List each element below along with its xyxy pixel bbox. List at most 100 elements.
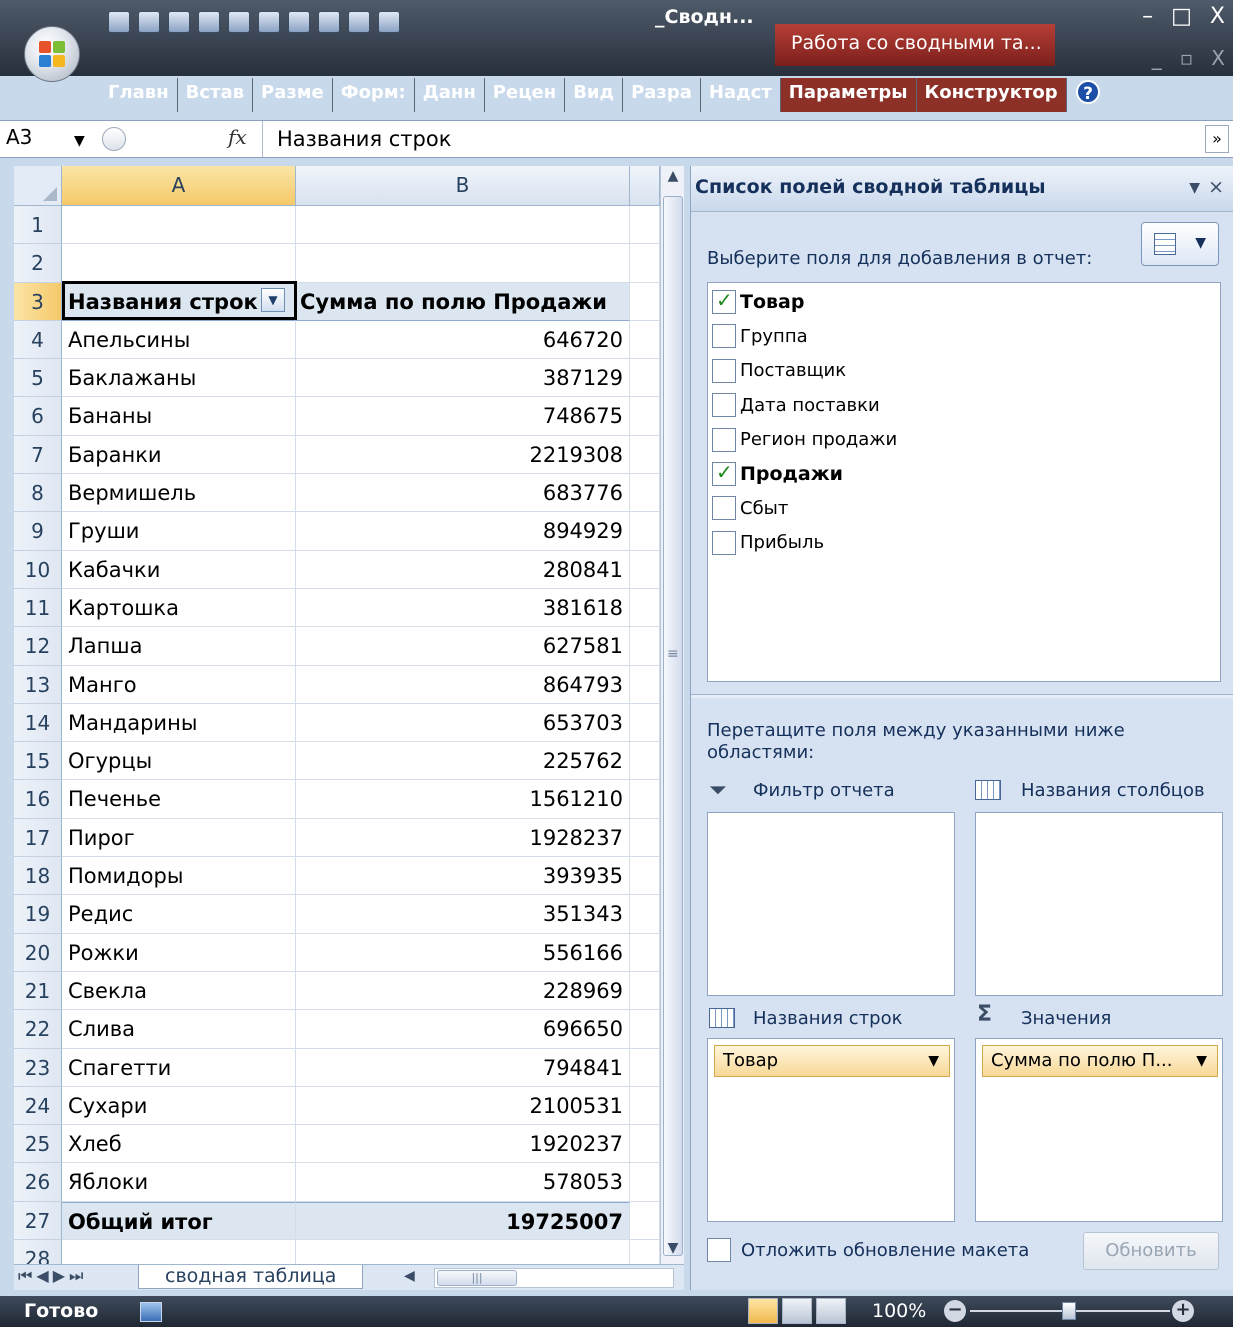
cell-c[interactable]	[630, 742, 660, 781]
save-icon[interactable]	[108, 11, 130, 33]
cell-b[interactable]: 228969	[296, 971, 630, 1011]
cell-c[interactable]	[630, 780, 660, 819]
row-field-tovar[interactable]: Товар ▼	[714, 1045, 950, 1077]
column-header-b[interactable]: B	[296, 166, 630, 206]
cell-c[interactable]	[630, 474, 660, 513]
row-header[interactable]: 23	[14, 1048, 62, 1087]
row-labels-filter-button[interactable]: ▼	[261, 288, 285, 312]
help-icon[interactable]: ?	[1076, 80, 1100, 104]
field-checkbox[interactable]	[712, 530, 736, 555]
cell-c[interactable]	[630, 665, 660, 704]
cell-a[interactable]: Груши	[62, 512, 296, 551]
tab-formulas[interactable]: Форм:	[333, 78, 415, 112]
row-header[interactable]: 5	[14, 359, 62, 398]
cell-c[interactable]	[630, 435, 660, 475]
cell-c[interactable]	[630, 359, 660, 398]
cell-c[interactable]	[630, 206, 660, 245]
chevron-down-icon[interactable]: ▼	[928, 1046, 939, 1076]
row-header[interactable]: 25	[14, 1125, 62, 1164]
insert-function-icon[interactable]: fx	[228, 125, 247, 149]
zoom-slider-thumb[interactable]	[1062, 1302, 1076, 1320]
cell-b[interactable]: 387129	[296, 359, 630, 398]
row-header[interactable]: 20	[14, 933, 62, 972]
chevron-down-icon[interactable]: ▼	[74, 133, 85, 149]
column-header-a[interactable]: A	[62, 166, 296, 206]
cell-b[interactable]: 578053	[296, 1163, 630, 1202]
chart-icon[interactable]	[318, 11, 340, 33]
row-header[interactable]: 19	[14, 895, 62, 934]
cell-b[interactable]: 351343	[296, 895, 630, 934]
horizontal-scroll-thumb[interactable]: |||	[437, 1270, 517, 1286]
row-header[interactable]: 22	[14, 1010, 62, 1049]
field-item[interactable]: Товар	[712, 287, 804, 317]
cell-a[interactable]: Картошка	[62, 588, 296, 628]
page-break-view-button[interactable]	[816, 1298, 846, 1324]
cell-b[interactable]	[296, 244, 630, 283]
values-area[interactable]: Сумма по полю П... ▼	[975, 1038, 1223, 1222]
cell-c[interactable]	[630, 244, 660, 283]
row-header[interactable]: 24	[14, 1086, 62, 1126]
row-header[interactable]: 26	[14, 1163, 62, 1202]
sheet-nav-icons[interactable]: ⏮◀▶⏭	[18, 1266, 87, 1286]
row-header[interactable]: 11	[14, 588, 62, 628]
row-header[interactable]: 18	[14, 857, 62, 896]
worksheet-grid[interactable]: A B 1 2 3 Названия строк Сумма по полю Прода…	[14, 166, 660, 1264]
tab-page-layout[interactable]: Разме	[253, 78, 333, 112]
column-labels-area[interactable]	[975, 812, 1223, 996]
row-header[interactable]: 14	[14, 703, 62, 743]
row-header[interactable]: 12	[14, 627, 62, 666]
scroll-down-icon[interactable]: ▼	[661, 1240, 685, 1262]
cell-b[interactable]: 696650	[296, 1010, 630, 1049]
cell-a[interactable]: Манго	[62, 665, 296, 704]
cell-a[interactable]: Редис	[62, 895, 296, 934]
forward-icon[interactable]	[378, 11, 400, 33]
cell-c[interactable]	[630, 895, 660, 934]
vertical-scrollbar[interactable]: ▲ ≡ ▼	[660, 166, 684, 1264]
cell-c[interactable]	[630, 320, 660, 360]
cell-b[interactable]: 646720	[296, 320, 630, 360]
cell-b[interactable]: 748675	[296, 397, 630, 436]
cell-a[interactable]: Помидоры	[62, 857, 296, 896]
page-layout-view-button[interactable]	[782, 1298, 812, 1324]
update-button[interactable]: Обновить	[1083, 1232, 1219, 1270]
row-header[interactable]: 13	[14, 665, 62, 704]
cell-b[interactable]: 19725007	[296, 1201, 630, 1241]
tab-insert[interactable]: Встав	[178, 78, 253, 112]
vertical-scroll-thumb[interactable]	[663, 196, 683, 1256]
cell-a[interactable]: Хлеб	[62, 1125, 296, 1164]
sheet-tab-pivot[interactable]: сводная таблица	[138, 1265, 364, 1289]
cell-a[interactable]	[62, 1240, 296, 1264]
cell-c[interactable]	[630, 1125, 660, 1164]
cell-b[interactable]: 627581	[296, 627, 630, 666]
row-header[interactable]: 1	[14, 206, 62, 245]
cell-c[interactable]	[630, 1240, 660, 1264]
cell-b[interactable]: 1561210	[296, 780, 630, 819]
pane-splitter[interactable]	[691, 694, 1233, 698]
cell-b[interactable]: Сумма по полю Продажи	[296, 282, 630, 321]
row-header[interactable]: 9	[14, 512, 62, 551]
cell-b[interactable]: 794841	[296, 1048, 630, 1087]
maximize-button[interactable]: □	[1171, 4, 1192, 29]
row-header[interactable]: 28	[14, 1240, 62, 1264]
minimize-button[interactable]: –	[1142, 4, 1153, 29]
doc-minimize-button[interactable]: _	[1152, 46, 1162, 70]
cell-b[interactable]: 894929	[296, 512, 630, 551]
zoom-level[interactable]: 100%	[872, 1300, 926, 1322]
cell-c[interactable]	[630, 971, 660, 1011]
cell-a[interactable]: Бананы	[62, 397, 296, 436]
cell-a[interactable]	[62, 206, 296, 245]
field-item[interactable]: Сбыт	[712, 493, 788, 523]
cell-c[interactable]	[630, 512, 660, 551]
cell-c[interactable]	[630, 1048, 660, 1087]
cell-a[interactable]: Общий итог	[62, 1201, 296, 1241]
cell-b[interactable]	[296, 1240, 630, 1264]
cell-c[interactable]	[630, 397, 660, 436]
tab-pivot-design[interactable]: Конструктор	[916, 78, 1067, 112]
pane-menu-icon[interactable]: ▼	[1189, 180, 1200, 196]
office-button[interactable]	[24, 26, 80, 82]
normal-view-button[interactable]	[748, 1298, 778, 1324]
row-header[interactable]: 10	[14, 550, 62, 589]
row-header[interactable]: 6	[14, 397, 62, 436]
cell-b[interactable]: 280841	[296, 550, 630, 589]
defer-update-checkbox[interactable]	[707, 1238, 731, 1262]
